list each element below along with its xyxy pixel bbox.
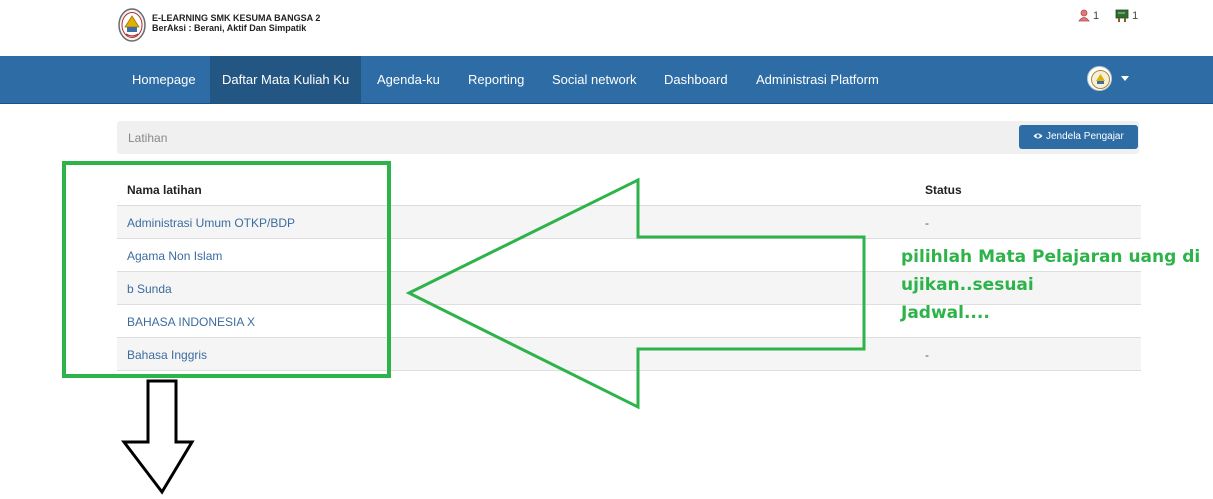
breadcrumb: Latihan bbox=[117, 121, 1139, 154]
exercise-link[interactable]: Administrasi Umum OTKP/BDP bbox=[127, 216, 295, 230]
column-header-status: Status bbox=[925, 183, 962, 197]
nav-homepage[interactable]: Homepage bbox=[120, 56, 208, 103]
eye-icon bbox=[1033, 133, 1043, 139]
brand-title: E-LEARNING SMK KESUMA BANGSA 2 bbox=[152, 13, 321, 23]
message-count: 1 bbox=[1132, 9, 1139, 22]
annotation-line-3: Jadwal.... bbox=[901, 303, 990, 323]
table-header: Nama latihan Status bbox=[117, 174, 1141, 206]
table-row: Administrasi Umum OTKP/BDP - bbox=[117, 206, 1141, 239]
exercise-link[interactable]: BAHASA INDONESIA X bbox=[127, 315, 255, 329]
brand-subtitle: BerAksi : Berani, Aktif Dan Simpatik bbox=[152, 23, 307, 33]
nav-dashboard[interactable]: Dashboard bbox=[652, 56, 740, 103]
top-counters: 1 1 bbox=[1078, 9, 1138, 22]
exercise-link[interactable]: Agama Non Islam bbox=[127, 249, 222, 263]
nav-reporting[interactable]: Reporting bbox=[456, 56, 536, 103]
top-bar: E-LEARNING SMK KESUMA BANGSA 2 BerAksi :… bbox=[0, 0, 1213, 56]
annotation-line-1: pilihlah Mata Pelajaran uang di bbox=[901, 247, 1201, 267]
teacher-view-button[interactable]: Jendela Pengajar bbox=[1019, 125, 1138, 149]
user-icon[interactable] bbox=[1078, 9, 1090, 22]
exercise-status: - bbox=[925, 348, 929, 362]
annotation-line-2: ujikan..sesuai bbox=[901, 275, 1034, 295]
user-avatar[interactable] bbox=[1087, 66, 1112, 91]
nav-social-network[interactable]: Social network bbox=[540, 56, 649, 103]
exercise-link[interactable]: b Sunda bbox=[127, 282, 172, 296]
user-count: 1 bbox=[1093, 9, 1100, 22]
chevron-down-icon[interactable] bbox=[1121, 76, 1129, 81]
down-arrow-shape bbox=[120, 379, 195, 495]
nav-administrasi-platform[interactable]: Administrasi Platform bbox=[744, 56, 891, 103]
teacher-view-label: Jendela Pengajar bbox=[1045, 131, 1124, 142]
school-logo-icon bbox=[118, 8, 146, 42]
column-header-name: Nama latihan bbox=[127, 183, 202, 197]
breadcrumb-current: Latihan bbox=[128, 131, 168, 145]
nav-daftar-mata-kuliah[interactable]: Daftar Mata Kuliah Ku bbox=[210, 56, 362, 103]
exercise-status: - bbox=[925, 216, 929, 230]
exercise-link[interactable]: Bahasa Inggris bbox=[127, 348, 207, 362]
table-row: Bahasa Inggris - bbox=[117, 338, 1141, 371]
message-board-icon[interactable] bbox=[1115, 9, 1129, 22]
nav-agenda[interactable]: Agenda-ku bbox=[365, 56, 452, 103]
main-navbar: Homepage Daftar Mata Kuliah Ku Agenda-ku… bbox=[0, 56, 1213, 104]
